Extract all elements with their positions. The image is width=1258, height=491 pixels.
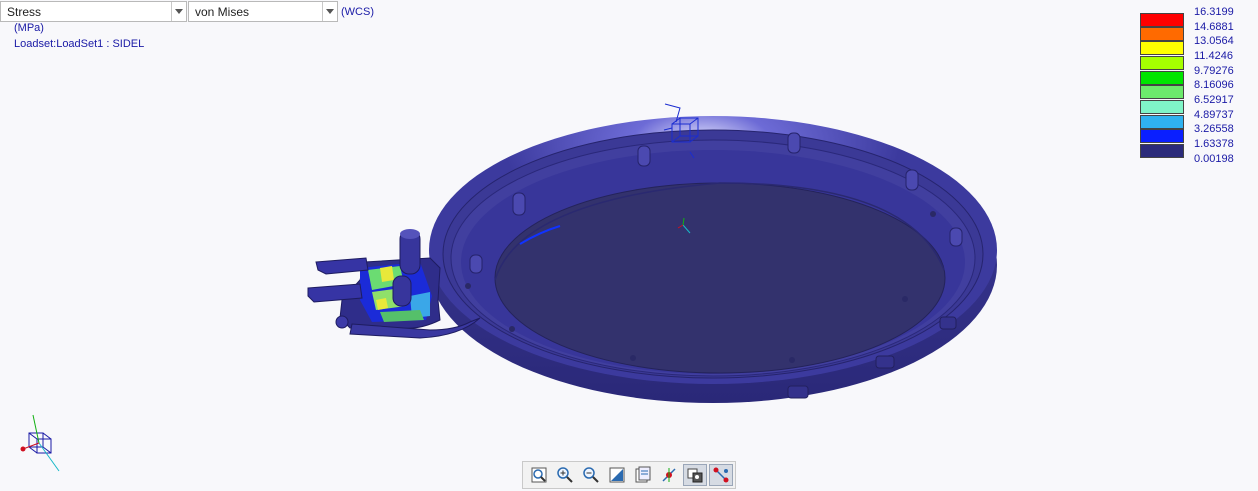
refit-button[interactable] xyxy=(527,464,551,486)
datum-display-button[interactable] xyxy=(709,464,733,486)
saved-views-icon xyxy=(635,466,651,483)
plate-model xyxy=(307,116,997,403)
legend-swatch xyxy=(1140,85,1184,99)
legend-value: 1.63378 xyxy=(1194,138,1234,150)
zoom-in-button[interactable] xyxy=(553,464,577,486)
zoom-in-icon xyxy=(557,467,573,483)
zoom-out-icon xyxy=(583,467,599,483)
legend-swatch xyxy=(1140,56,1184,70)
legend-value: 16.3199 xyxy=(1194,6,1234,18)
legend-value: 8.16096 xyxy=(1194,79,1234,91)
legend-swatch xyxy=(1140,100,1184,114)
view-toolbar xyxy=(522,461,736,489)
legend-value: 14.6881 xyxy=(1194,21,1234,33)
legend-value: 11.4246 xyxy=(1194,50,1233,62)
legend-swatch xyxy=(1140,27,1184,41)
zoom-out-button[interactable] xyxy=(579,464,603,486)
legend-swatch xyxy=(1140,13,1184,27)
legend-value: 9.79276 xyxy=(1194,65,1234,77)
legend-value: 6.52917 xyxy=(1194,94,1234,106)
orientation-triad-icon xyxy=(20,414,60,472)
legend-value: 3.26558 xyxy=(1194,123,1234,135)
legend-value: 0.00198 xyxy=(1194,153,1234,165)
legend-swatch xyxy=(1140,144,1184,158)
legend-swatch xyxy=(1140,71,1184,85)
legend-swatch xyxy=(1140,41,1184,55)
model-viewport[interactable] xyxy=(0,0,1258,491)
refit-icon xyxy=(531,467,547,483)
repaint-icon xyxy=(609,467,625,483)
saved-views-button[interactable] xyxy=(631,464,655,486)
legend-swatch xyxy=(1140,115,1184,129)
legend-value: 13.0564 xyxy=(1194,35,1234,47)
spin-center-button[interactable] xyxy=(657,464,681,486)
repaint-button[interactable] xyxy=(605,464,629,486)
legend-swatch xyxy=(1140,129,1184,143)
spin-center-icon xyxy=(662,468,676,482)
display-style-button[interactable] xyxy=(683,464,707,486)
datum-display-icon xyxy=(713,467,729,483)
display-style-icon xyxy=(687,468,703,483)
legend-value: 4.89737 xyxy=(1194,109,1234,121)
